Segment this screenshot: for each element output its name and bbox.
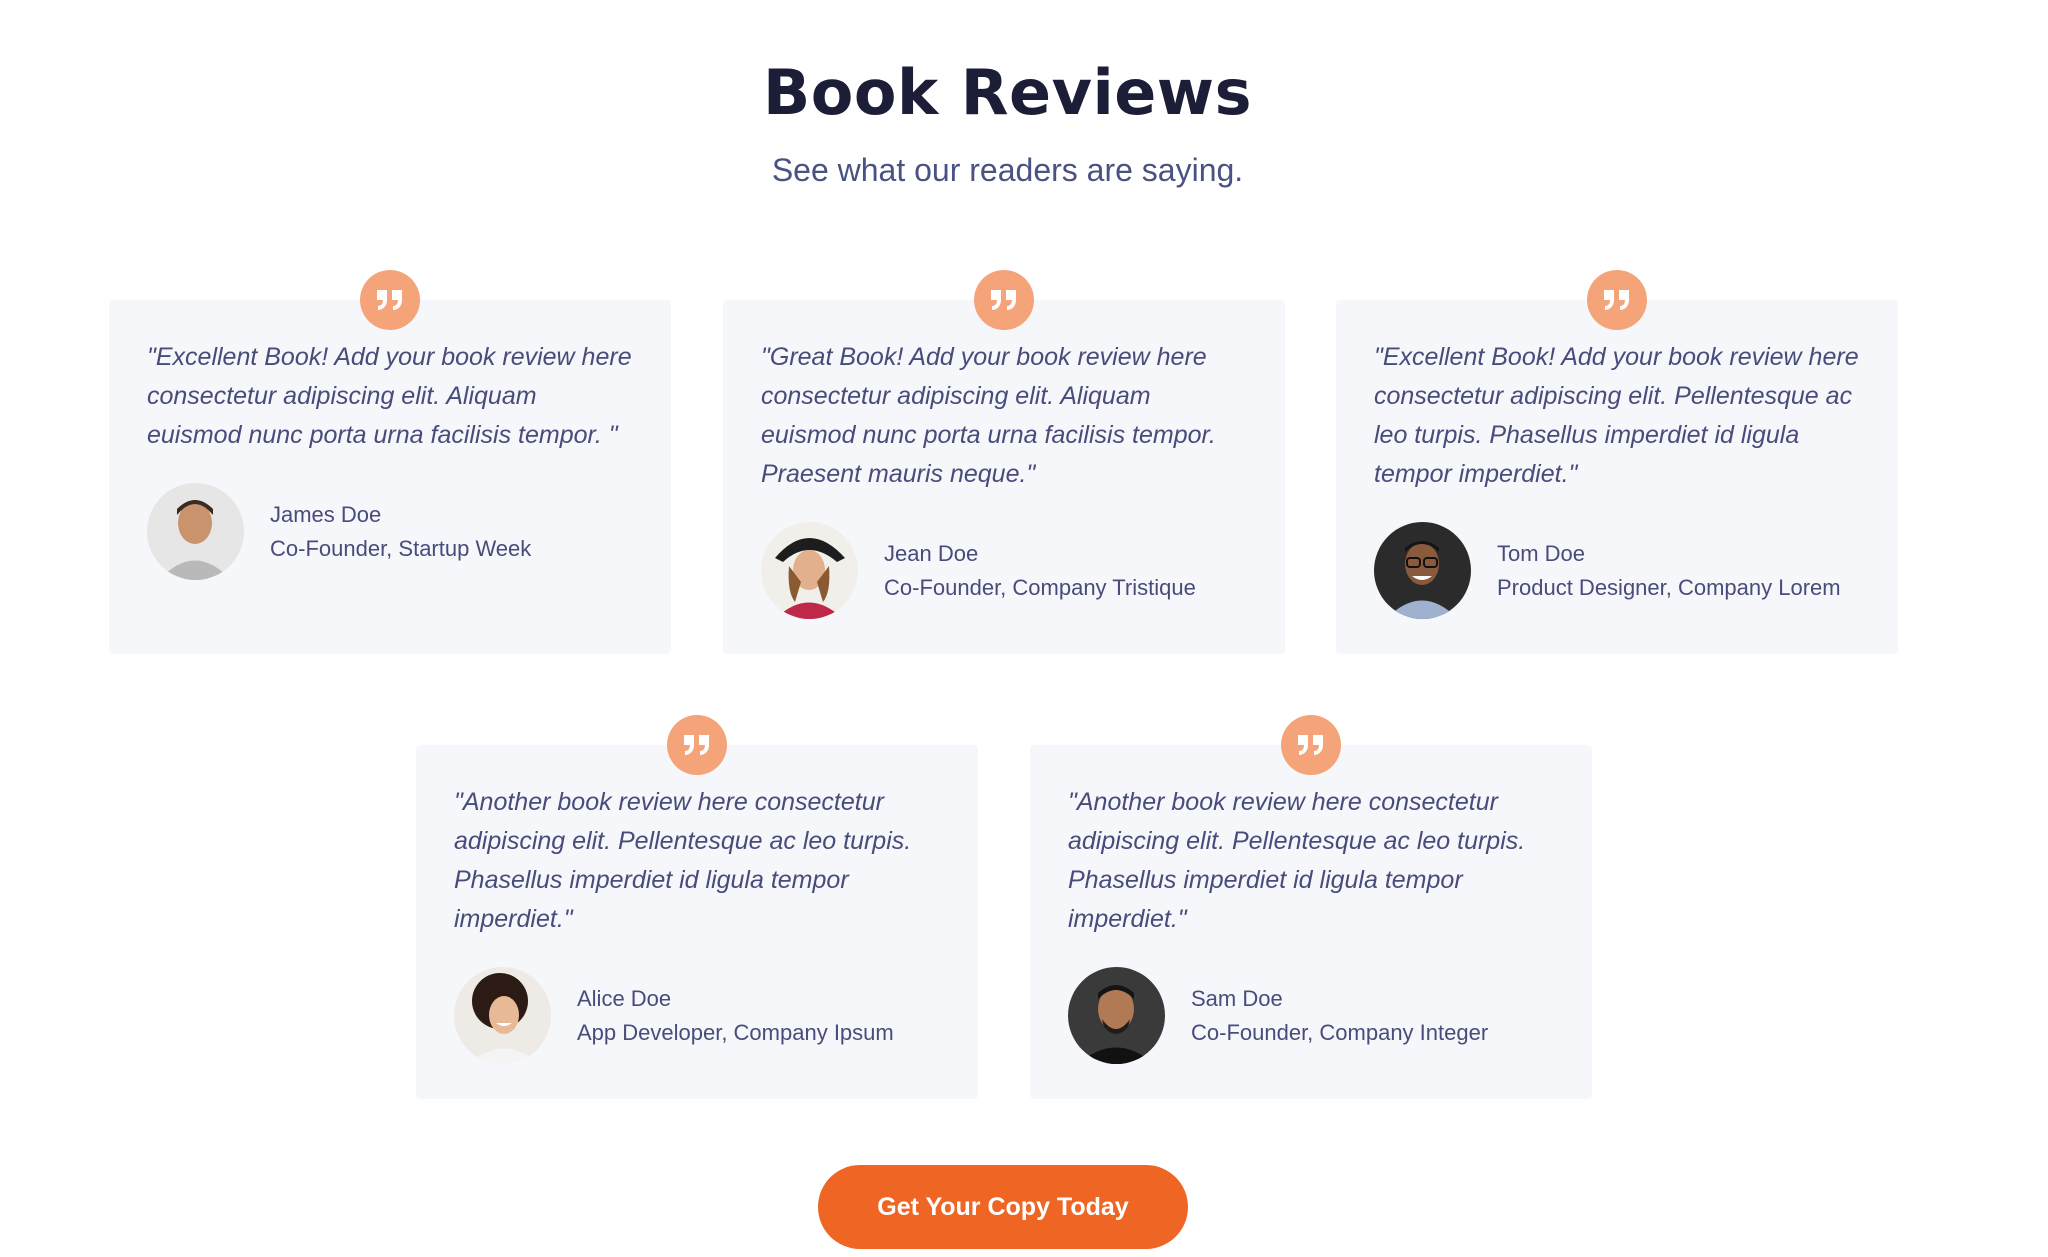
- review-card: "Another book review here consectetur ad…: [416, 715, 978, 1099]
- review-author: Jean Doe Co-Founder, Company Tristique: [761, 522, 1247, 619]
- section-title: Book Reviews: [763, 56, 1252, 129]
- avatar: [761, 522, 858, 619]
- author-role: Co-Founder, Company Tristique: [884, 574, 1196, 600]
- review-author: Alice Doe App Developer, Company Ipsum: [454, 967, 940, 1064]
- review-card: "Another book review here consectetur ad…: [1030, 715, 1592, 1099]
- author-name: James Doe: [270, 501, 382, 527]
- review-text: "Great Book! Add your book review here c…: [761, 343, 1216, 488]
- author-role: Co-Founder, Company Integer: [1191, 1019, 1489, 1045]
- quote-icon: [667, 715, 727, 775]
- avatar: [147, 483, 244, 580]
- avatar: [1374, 522, 1471, 619]
- section-subtitle: See what our readers are saying.: [771, 152, 1244, 188]
- review-text: "Another book review here consectetur ad…: [454, 788, 912, 933]
- review-card: "Excellent Book! Add your book review he…: [109, 270, 671, 654]
- get-your-copy-button[interactable]: Get Your Copy Today: [818, 1165, 1188, 1249]
- review-author: Sam Doe Co-Founder, Company Integer: [1068, 967, 1554, 1064]
- avatar: [1068, 967, 1165, 1064]
- review-card: "Excellent Book! Add your book review he…: [1336, 270, 1898, 654]
- quote-icon: [360, 270, 420, 330]
- author-name: Jean Doe: [884, 540, 979, 566]
- author-role: App Developer, Company Ipsum: [577, 1019, 894, 1045]
- review-card: "Great Book! Add your book review here c…: [723, 270, 1285, 654]
- quote-icon: [1281, 715, 1341, 775]
- review-text: "Another book review here consectetur ad…: [1068, 788, 1526, 933]
- quote-icon: [1587, 270, 1647, 330]
- author-name: Alice Doe: [577, 985, 672, 1011]
- author-name: Tom Doe: [1497, 540, 1586, 566]
- review-author: James Doe Co-Founder, Startup Week: [147, 483, 633, 580]
- quote-icon: [974, 270, 1034, 330]
- author-role: Product Designer, Company Lorem: [1497, 574, 1841, 600]
- review-author: Tom Doe Product Designer, Company Lorem: [1374, 522, 1860, 619]
- avatar: [454, 967, 551, 1064]
- review-text: "Excellent Book! Add your book review he…: [147, 343, 632, 449]
- author-name: Sam Doe: [1191, 985, 1283, 1011]
- author-role: Co-Founder, Startup Week: [270, 535, 532, 561]
- review-text: "Excellent Book! Add your book review he…: [1374, 343, 1859, 488]
